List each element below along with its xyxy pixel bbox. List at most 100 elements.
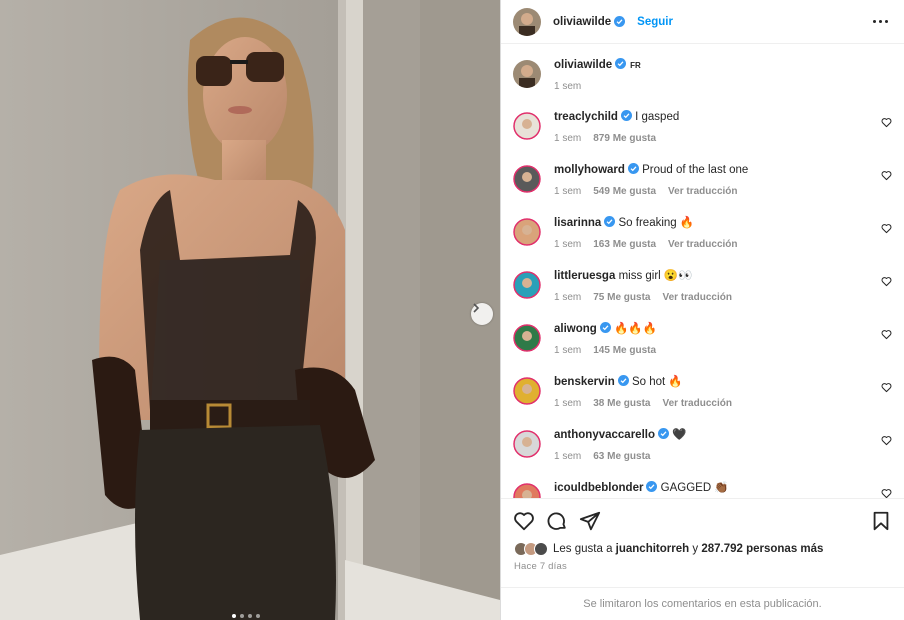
comment-time: 1 sem: [554, 186, 582, 197]
comment-text: 🔥🔥🔥: [614, 323, 657, 335]
follow-button[interactable]: Seguir: [637, 16, 673, 28]
author-avatar[interactable]: [513, 7, 541, 36]
commenter-avatar[interactable]: [513, 483, 541, 498]
comments-limited-notice: Se limitaron los comentarios en esta pub…: [501, 587, 904, 620]
liker-avatars: [514, 542, 548, 556]
comment-likes[interactable]: 75 Me gusta: [593, 290, 650, 305]
heart-icon[interactable]: [881, 380, 892, 393]
comment-icon[interactable]: [546, 510, 568, 532]
commenter-username[interactable]: littleruesga: [554, 270, 615, 282]
heart-icon[interactable]: [881, 221, 892, 234]
commenter-avatar[interactable]: [513, 218, 541, 246]
post-media[interactable]: [0, 0, 500, 620]
share-icon[interactable]: [579, 510, 601, 532]
comment-text: So hot 🔥: [631, 376, 683, 388]
comment-text: 🖤: [672, 429, 687, 441]
comment-row: anthonyvaccarello 🖤 1 sem 63 Me gusta: [513, 428, 892, 464]
next-arrow-icon: [473, 303, 480, 313]
heart-icon[interactable]: [881, 486, 892, 498]
comment-text: I gasped: [635, 111, 680, 123]
action-bar: [501, 498, 904, 543]
comment-row: benskervin So hot 🔥 1 sem 38 Me gusta Ver t…: [513, 375, 892, 411]
comment-text: GAGGED 👏🏾: [660, 482, 729, 494]
likes-user[interactable]: juanchitorreh: [616, 543, 689, 555]
heart-icon[interactable]: [881, 327, 892, 340]
commenter-avatar[interactable]: [513, 165, 541, 193]
author-username[interactable]: oliviawilde: [553, 16, 611, 28]
likes-summary[interactable]: Les gusta a juanchitorreh y 287.792 pers…: [514, 542, 892, 556]
next-slide-button[interactable]: [471, 303, 493, 325]
caption-time: 1 sem: [554, 81, 582, 92]
carousel-dot: [248, 614, 252, 618]
comment-list[interactable]: oliviawilde FR 1 sem treaclychild I gaspe…: [501, 45, 904, 498]
comment-time: 1 sem: [554, 398, 582, 409]
post-header: oliviawilde Seguir: [501, 0, 904, 44]
likes-middle: y: [692, 543, 699, 555]
comment-likes[interactable]: 549 Me gusta: [593, 184, 656, 199]
comment-row: icouldbeblonder GAGGED 👏🏾: [513, 481, 892, 498]
comment-likes[interactable]: 38 Me gusta: [593, 396, 650, 411]
commenter-avatar[interactable]: [513, 430, 541, 458]
comment-row: aliwong 🔥🔥🔥 1 sem 145 Me gusta: [513, 322, 892, 358]
commenter-username[interactable]: aliwong: [554, 323, 597, 335]
commenter-username[interactable]: lisarinna: [554, 217, 601, 229]
commenter-avatar[interactable]: [513, 112, 541, 140]
commenter-username[interactable]: anthonyvaccarello: [554, 429, 655, 441]
more-icon: [873, 20, 888, 23]
verified-icon: [657, 428, 669, 439]
comment-likes[interactable]: 879 Me gusta: [593, 131, 656, 146]
post-side-panel: oliviawilde Seguir oliviawilde FR 1 sem t…: [500, 0, 904, 620]
comment-row: littleruesga miss girl 😮👀 1 sem 75 Me gust…: [513, 269, 892, 305]
verified-icon: [646, 481, 658, 492]
carousel-dot: [232, 614, 236, 618]
author-avatar[interactable]: [513, 60, 541, 88]
commenter-username[interactable]: treaclychild: [554, 111, 618, 123]
carousel-dot: [256, 614, 260, 618]
comment-time: 1 sem: [554, 239, 582, 250]
more-options-button[interactable]: [869, 16, 892, 27]
commenter-avatar[interactable]: [513, 324, 541, 352]
comment-row: lisarinna So freaking 🔥 1 sem 163 Me gusta…: [513, 216, 892, 252]
heart-icon[interactable]: [881, 274, 892, 287]
verified-icon: [614, 16, 626, 27]
comment-row: treaclychild I gasped 1 sem 879 Me gusta: [513, 110, 892, 146]
like-icon[interactable]: [513, 510, 535, 532]
comment-text: So freaking 🔥: [618, 217, 695, 229]
comment-time: 1 sem: [554, 292, 582, 303]
caption-row: oliviawilde FR 1 sem: [513, 58, 892, 94]
comment-time: 1 sem: [554, 133, 582, 144]
verified-icon: [604, 216, 616, 227]
commenter-username[interactable]: benskervin: [554, 376, 615, 388]
heart-icon[interactable]: [881, 115, 892, 128]
caption-username[interactable]: oliviawilde: [554, 59, 612, 71]
carousel-indicator: [232, 614, 260, 618]
translate-link[interactable]: Ver traducción: [662, 290, 731, 305]
post-viewer: oliviawilde Seguir oliviawilde FR 1 sem t…: [0, 0, 904, 620]
commenter-avatar[interactable]: [513, 271, 541, 299]
verified-icon: [627, 163, 639, 174]
likes-prefix: Les gusta a: [553, 543, 613, 555]
heart-icon[interactable]: [881, 168, 892, 181]
comment-likes[interactable]: 63 Me gusta: [593, 449, 650, 464]
heart-icon[interactable]: [881, 433, 892, 446]
comment-text: miss girl 😮👀: [618, 270, 693, 282]
verified-icon: [615, 58, 627, 69]
commenter-username[interactable]: mollyhoward: [554, 164, 625, 176]
translate-link[interactable]: Ver traducción: [668, 237, 737, 252]
comment-likes[interactable]: 145 Me gusta: [593, 343, 656, 358]
translate-link[interactable]: Ver traducción: [662, 396, 731, 411]
verified-icon: [620, 110, 632, 121]
comment-likes[interactable]: 163 Me gusta: [593, 237, 656, 252]
save-icon[interactable]: [870, 510, 892, 532]
translate-link[interactable]: Ver traducción: [668, 184, 737, 199]
likes-count[interactable]: 287.792 personas más: [701, 543, 823, 555]
comment-time: 1 sem: [554, 451, 582, 462]
commenter-avatar[interactable]: [513, 377, 541, 405]
commenter-username[interactable]: icouldbeblonder: [554, 482, 643, 494]
caption-language: FR: [630, 61, 641, 70]
carousel-dot: [240, 614, 244, 618]
comment-time: 1 sem: [554, 345, 582, 356]
comment-row: mollyhoward Proud of the last one 1 sem 54…: [513, 163, 892, 199]
verified-icon: [617, 375, 629, 386]
post-timestamp: Hace 7 días: [514, 561, 567, 572]
